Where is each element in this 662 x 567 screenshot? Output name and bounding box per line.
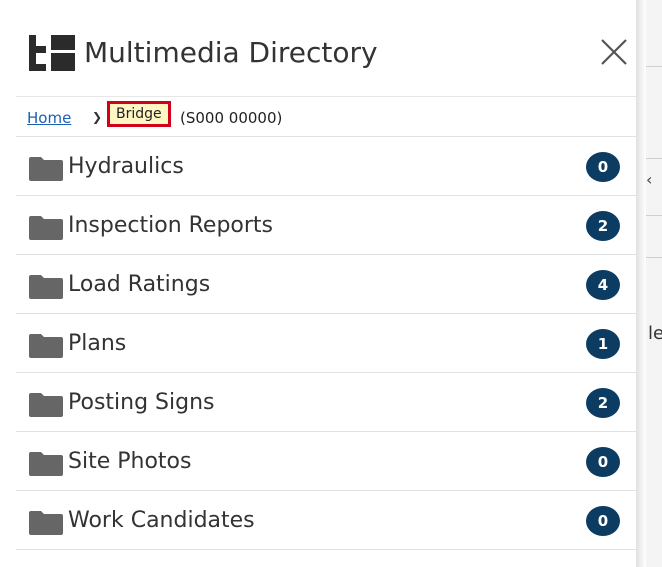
background-divider — [646, 66, 662, 67]
file-count-badge: 1 — [586, 329, 620, 359]
folder-item-plans[interactable]: Plans 1 — [16, 313, 636, 372]
panel-shadow — [636, 0, 646, 567]
background-text-fragment: le — [648, 323, 662, 344]
folder-name: Work Candidates — [68, 508, 255, 533]
file-count-badge: 4 — [586, 270, 620, 300]
folder-name: Load Ratings — [68, 272, 211, 297]
background-divider — [646, 158, 662, 159]
folder-item-site-photos[interactable]: Site Photos 0 — [16, 431, 636, 490]
folder-icon — [29, 216, 63, 240]
folder-item-inspection-reports[interactable]: Inspection Reports 2 — [16, 195, 636, 254]
file-count-badge: 0 — [586, 506, 620, 536]
close-icon — [601, 39, 627, 65]
breadcrumb: Home ❯ Bridge (S000 00000) — [16, 96, 636, 136]
background-chevron-icon: ‹ — [646, 170, 653, 189]
background-divider — [646, 215, 662, 216]
panel-header: Multimedia Directory — [0, 0, 636, 96]
folder-name: Inspection Reports — [68, 213, 274, 238]
file-count-badge: 0 — [586, 152, 620, 182]
folder-icon — [29, 275, 63, 299]
folder-list: Hydraulics 0 Inspection Reports 2 Load R… — [16, 136, 636, 550]
file-count-badge: 0 — [586, 447, 620, 477]
folder-name: Plans — [68, 331, 127, 356]
folder-item-posting-signs[interactable]: Posting Signs 2 — [16, 372, 636, 431]
multimedia-directory-panel: Multimedia Directory Home ❯ Bridge (S000… — [0, 0, 636, 567]
folder-icon — [29, 157, 63, 181]
folder-item-work-candidates[interactable]: Work Candidates 0 — [16, 490, 636, 550]
directory-logo-icon — [29, 35, 75, 71]
folder-icon — [29, 452, 63, 476]
file-count-badge: 2 — [586, 211, 620, 241]
breadcrumb-separator-icon: ❯ — [92, 110, 103, 124]
background-divider — [646, 257, 662, 258]
folder-icon — [29, 334, 63, 358]
close-button[interactable] — [594, 32, 634, 72]
breadcrumb-current-bridge[interactable]: Bridge — [107, 101, 171, 127]
panel-title: Multimedia Directory — [84, 36, 378, 69]
folder-name: Hydraulics — [68, 154, 184, 179]
folder-icon — [29, 393, 63, 417]
background-app: ‹ le — [646, 0, 662, 567]
breadcrumb-home-link[interactable]: Home — [27, 109, 71, 127]
folder-item-load-ratings[interactable]: Load Ratings 4 — [16, 254, 636, 313]
breadcrumb-structure-id: (S000 00000) — [180, 109, 283, 127]
file-count-badge: 2 — [586, 388, 620, 418]
folder-name: Site Photos — [68, 449, 192, 474]
folder-icon — [29, 511, 63, 535]
folder-item-hydraulics[interactable]: Hydraulics 0 — [16, 136, 636, 195]
folder-name: Posting Signs — [68, 390, 215, 415]
